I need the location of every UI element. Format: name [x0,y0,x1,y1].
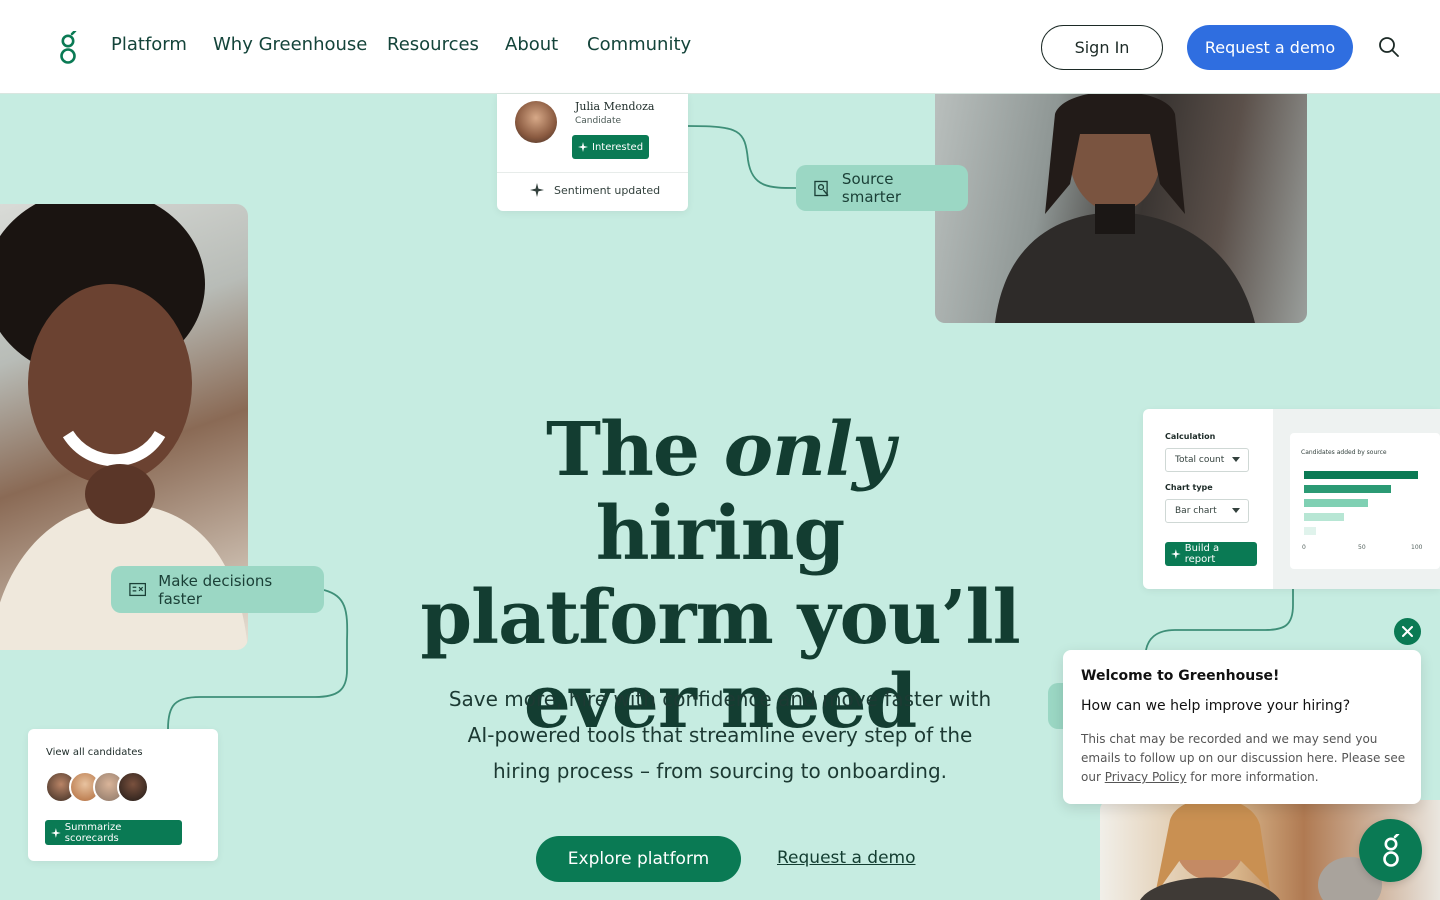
candidate-role: Candidate [575,116,622,126]
make-decisions-label: Make decisions faster [158,571,273,608]
sentiment-label: Sentiment updated [554,183,661,197]
chart-type-select[interactable]: Bar chart [1165,499,1249,523]
privacy-policy-link[interactable]: Privacy Policy [1105,770,1187,784]
chat-disclaimer: This chat may be recorded and we may sen… [1081,730,1407,787]
chat-close-button[interactable] [1394,618,1421,645]
person-search-icon [814,180,829,196]
chat-title: Welcome to Greenhouse! [1081,668,1280,684]
avatar [117,771,149,803]
request-demo-button[interactable]: Request a demo [1187,25,1353,70]
chart-bar [1304,499,1368,507]
mini-bar-chart: 0 50 100 [1302,471,1423,551]
report-builder-card: Calculation Total count Chart type Bar c… [1143,409,1440,589]
chart-type-label: Chart type [1165,483,1213,492]
make-decisions-tag: Make decisions faster [111,566,324,613]
hero-title-emphasis: only [723,407,895,493]
compare-icon [129,582,147,597]
candidate-card: Julia Mendoza Candidate Interested Senti… [497,94,688,211]
report-controls: Calculation Total count Chart type Bar c… [1143,409,1273,589]
chevron-down-icon [1232,508,1240,513]
sentiment-status: Sentiment updated [530,183,660,197]
divider [497,172,688,173]
sparkle-icon [578,142,588,152]
chart-bar [1304,471,1418,479]
search-icon[interactable] [1378,36,1400,58]
calculation-label: Calculation [1165,432,1216,441]
axis-tick: 0 [1302,544,1306,551]
chat-question[interactable]: How can we help improve your hiring? [1081,698,1350,714]
hero-title-part1: The [546,407,724,493]
calculation-select[interactable]: Total count [1165,448,1249,472]
source-smarter-label: Source smarter [841,170,901,206]
build-report-label: Build a report [1184,543,1220,565]
top-navigation: Platform Why Greenhouse Resources About … [0,0,1440,94]
chart-bar [1304,527,1316,535]
chat-launcher-button[interactable] [1359,819,1422,882]
chart-type-value: Bar chart [1175,506,1217,516]
chat-disclaimer-end: for more information. [1186,770,1319,784]
hero-subtitle: Save more, hire with confidence and move… [448,687,992,783]
nav-item-community[interactable]: Community [587,34,691,55]
chart-bar [1304,485,1391,493]
greenhouse-logo-icon [1382,833,1399,867]
avatar [515,101,557,143]
nav-item-platform[interactable]: Platform [111,34,187,55]
summarize-scorecards-button[interactable]: Summarize scorecards [45,820,182,845]
axis-tick: 100 [1411,544,1423,551]
request-demo-link[interactable]: Request a demo [777,848,916,868]
close-icon [1402,626,1413,637]
interested-badge: Interested [572,135,650,159]
view-candidates-title: View all candidates [46,747,143,758]
sparkle-icon [530,183,544,197]
chevron-down-icon [1232,457,1240,462]
nav-item-resources[interactable]: Resources [387,34,479,55]
summarize-scorecards-label: Summarize scorecards [64,821,122,844]
view-candidates-card: View all candidates Summarize scorecards [28,729,218,861]
greenhouse-logo-icon[interactable] [58,31,78,65]
chat-welcome-popup: Welcome to Greenhouse! How can we help i… [1063,650,1421,804]
sparkle-icon [1171,549,1181,559]
calculation-value: Total count [1175,455,1225,465]
nav-item-why-greenhouse[interactable]: Why Greenhouse [213,34,367,55]
candidate-avatars [45,771,149,803]
build-report-button[interactable]: Build a report [1165,542,1257,566]
mini-chart-panel: Candidates added by source 0 50 100 [1290,433,1440,569]
photo-man-thinking [935,94,1307,323]
source-smarter-tag: Source smarter [796,165,968,211]
report-preview: Candidates added by source 0 50 100 [1273,409,1440,589]
sign-in-button[interactable]: Sign In [1041,25,1163,70]
candidate-name: Julia Mendoza [575,100,655,113]
sparkle-icon [51,827,61,838]
interested-label: Interested [592,141,644,153]
chart-bar [1304,513,1344,521]
nav-item-about[interactable]: About [505,34,558,55]
explore-platform-button[interactable]: Explore platform [536,836,741,882]
axis-tick: 50 [1358,544,1366,551]
